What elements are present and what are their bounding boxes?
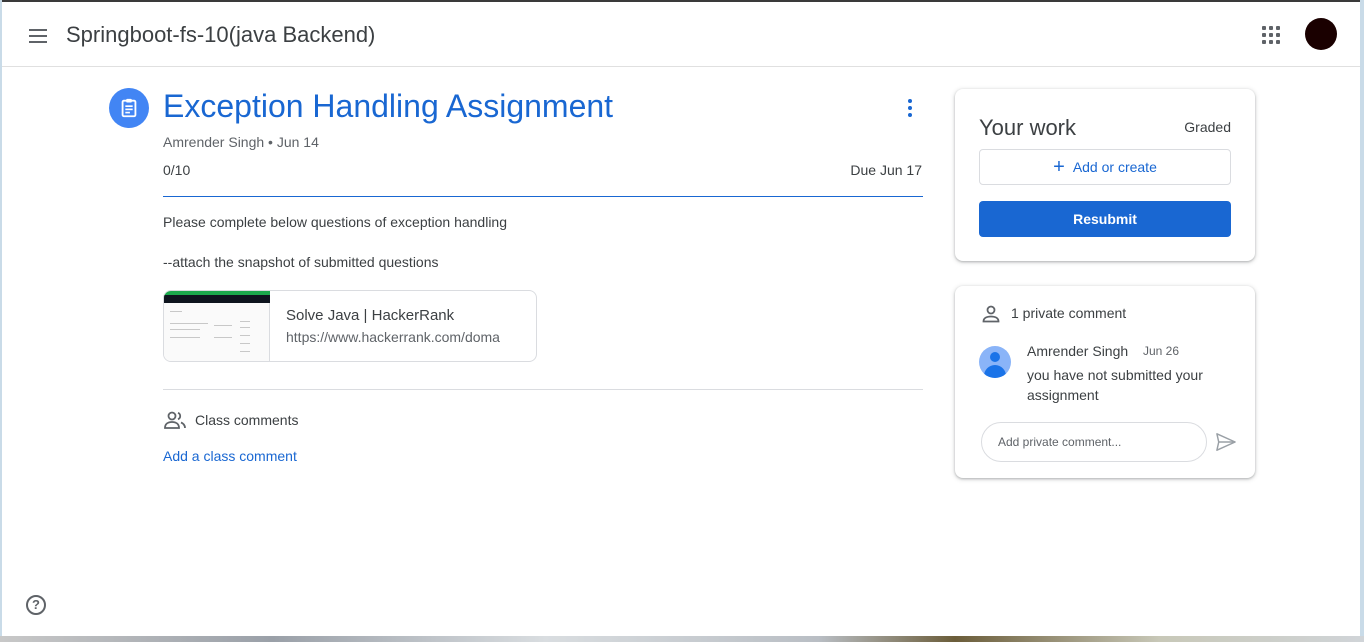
private-comments-card: 1 private comment Amrender Singh Jun 26 … <box>955 286 1255 478</box>
hamburger-menu-icon[interactable] <box>20 18 56 54</box>
work-status-badge: Graded <box>1184 119 1231 135</box>
your-work-title: Your work <box>979 115 1077 140</box>
people-icon <box>164 411 186 429</box>
attachment-url: https://www.hackerrank.com/doma <box>286 329 500 345</box>
your-work-card: Your work Graded + Add or create Resubmi… <box>955 89 1255 261</box>
desktop-background-strip <box>0 636 1364 642</box>
comments-divider <box>163 389 923 390</box>
assignment-description-line-1: Please complete below questions of excep… <box>163 214 508 230</box>
app-window: Springboot-fs-10(java Backend) Exception… <box>2 0 1360 638</box>
comment-author: Amrender Singh <box>1027 343 1129 359</box>
account-avatar[interactable] <box>1305 18 1337 50</box>
assignment-title: Exception Handling Assignment <box>163 88 614 124</box>
add-or-create-button[interactable]: + Add or create <box>979 149 1231 185</box>
comment-text: you have not submitted your assignment <box>1027 367 1203 403</box>
resubmit-button[interactable]: Resubmit <box>979 201 1231 237</box>
private-comments-header: 1 private comment <box>1011 305 1127 321</box>
top-app-bar: Springboot-fs-10(java Backend) <box>2 2 1360 67</box>
page-background: Springboot-fs-10(java Backend) Exception… <box>0 0 1364 642</box>
header-divider <box>163 196 923 197</box>
assignment-clipboard-icon <box>109 88 149 128</box>
add-or-create-label: Add or create <box>1072 159 1157 175</box>
assignment-points: 0/10 <box>163 162 191 178</box>
attachment-title: Solve Java | HackerRank <box>286 307 455 324</box>
assignment-author-date: Amrender Singh • Jun 14 <box>163 134 319 150</box>
apps-grid-icon[interactable] <box>1260 24 1284 48</box>
assignment-due-date: Due Jun 17 <box>850 162 922 178</box>
assignment-description-line-2: --attach the snapshot of submitted quest… <box>163 254 439 270</box>
class-comments-label: Class comments <box>195 412 299 428</box>
comment-date: Jun 26 <box>1143 344 1180 358</box>
add-class-comment-link[interactable]: Add a class comment <box>163 448 297 464</box>
private-comment-input[interactable] <box>981 422 1207 462</box>
attachment-card[interactable]: Solve Java | HackerRank https://www.hack… <box>163 290 537 362</box>
attachment-thumbnail <box>164 291 270 361</box>
help-icon[interactable]: ? <box>26 595 46 615</box>
person-icon <box>982 305 1000 323</box>
class-title[interactable]: Springboot-fs-10(java Backend) <box>66 22 375 48</box>
plus-icon: + <box>1053 156 1065 178</box>
commenter-avatar <box>979 346 1011 378</box>
send-icon[interactable] <box>1215 432 1237 452</box>
more-vert-icon[interactable] <box>900 96 920 120</box>
